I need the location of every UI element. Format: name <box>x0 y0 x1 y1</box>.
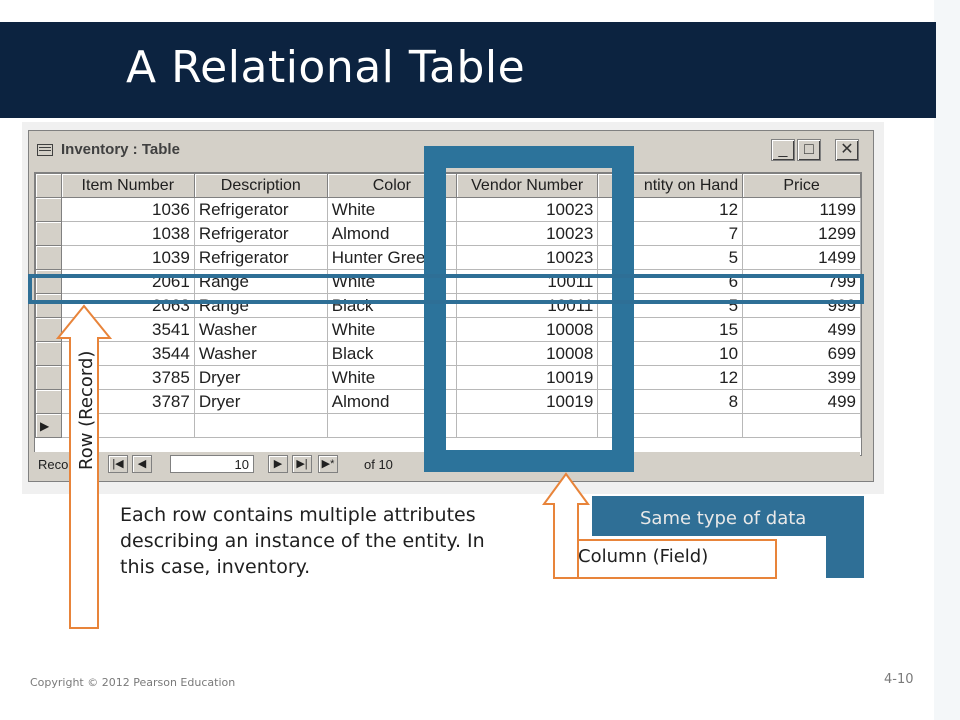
copyright-footer: Copyright © 2012 Pearson Education <box>30 676 236 689</box>
column-field-label: Column (Field) <box>578 546 709 567</box>
row-description: Each row contains multiple attributes de… <box>120 504 485 578</box>
slide-number: 4-10 <box>884 672 914 687</box>
row-record-label: Row (Record) <box>76 350 97 470</box>
same-type-label: Same type of data <box>640 508 807 529</box>
annotation-arrows <box>55 304 864 629</box>
